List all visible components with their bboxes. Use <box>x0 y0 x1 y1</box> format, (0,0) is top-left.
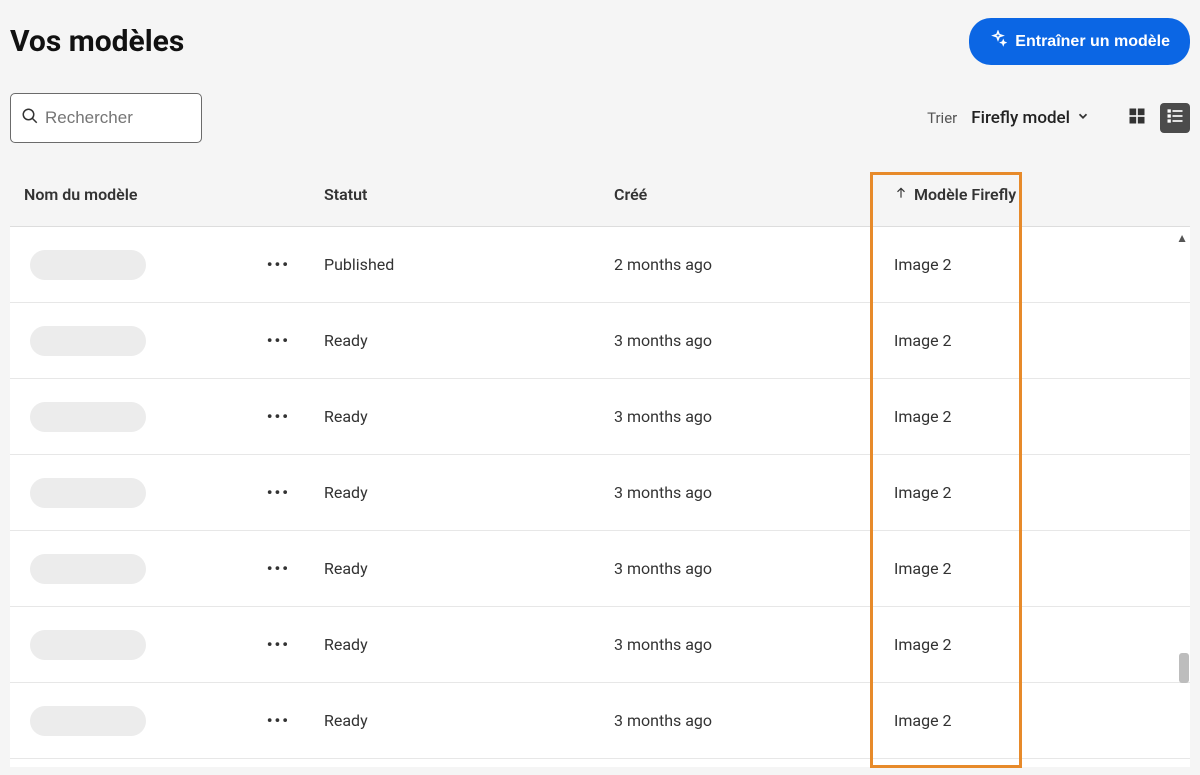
cell-created: 3 months ago <box>600 461 880 524</box>
model-name-placeholder <box>30 706 146 736</box>
col-header-name[interactable]: Nom du modèle <box>10 163 310 226</box>
col-header-created[interactable]: Créé <box>600 163 880 226</box>
cell-model: Image 2 <box>880 385 1170 448</box>
more-actions-button[interactable]: ••• <box>267 559 290 578</box>
cell-status: Ready <box>310 537 600 600</box>
table-row[interactable]: ••• Ready3 months agoImage 2 <box>10 303 1190 379</box>
cell-status: Ready <box>310 461 600 524</box>
more-actions-button[interactable]: ••• <box>267 483 290 502</box>
search-icon <box>21 107 39 129</box>
model-name-placeholder <box>30 250 146 280</box>
sort-value: Firefly model <box>971 108 1070 128</box>
table-header: Nom du modèle Statut Créé Modèle Firefly <box>10 163 1190 227</box>
cell-status: Ready <box>310 613 600 676</box>
search-box[interactable] <box>10 93 202 143</box>
more-actions-button[interactable]: ••• <box>267 407 290 426</box>
scrollbar-thumb[interactable] <box>1179 653 1189 683</box>
cell-status: Ready <box>310 309 600 372</box>
table-row[interactable]: ••• Ready3 months agoImage 2 <box>10 379 1190 455</box>
model-name-placeholder <box>30 478 146 508</box>
cell-created: 3 months ago <box>600 537 880 600</box>
cell-created: 3 months ago <box>600 689 880 752</box>
table-row[interactable]: ••• Ready3 months agoImage 2 <box>10 455 1190 531</box>
cell-created: 3 months ago <box>600 309 880 372</box>
more-actions-button[interactable]: ••• <box>267 255 290 274</box>
chevron-down-icon <box>1076 108 1090 128</box>
more-actions-button[interactable]: ••• <box>267 711 290 730</box>
cell-model: Image 2 <box>880 689 1170 752</box>
model-name-placeholder <box>30 554 146 584</box>
cell-model: Image 2 <box>880 233 1170 296</box>
sparkle-icon <box>989 30 1007 53</box>
cell-created: 3 months ago <box>600 613 880 676</box>
cell-status: Ready <box>310 689 600 752</box>
model-name-placeholder <box>30 326 146 356</box>
table-row[interactable]: ••• Published2 months agoImage 2 <box>10 227 1190 303</box>
cell-created: 2 months ago <box>600 233 880 296</box>
search-input[interactable] <box>45 108 191 128</box>
model-name-placeholder <box>30 402 146 432</box>
col-header-status[interactable]: Statut <box>310 163 600 226</box>
grid-view-button[interactable] <box>1122 103 1152 133</box>
col-header-model-label: Modèle Firefly <box>914 185 1016 204</box>
model-name-placeholder <box>30 630 146 660</box>
grid-icon <box>1127 106 1147 130</box>
table-row[interactable]: ••• Ready3 months agoImage 2 <box>10 683 1190 759</box>
cell-model: Image 2 <box>880 461 1170 524</box>
scroll-up-arrow[interactable]: ▲ <box>1176 231 1188 245</box>
sort-select[interactable]: Firefly model <box>971 108 1090 128</box>
sort-label: Trier <box>927 109 957 127</box>
cell-created: 3 months ago <box>600 385 880 448</box>
cell-model: Image 2 <box>880 537 1170 600</box>
cell-model: Image 2 <box>880 613 1170 676</box>
more-actions-button[interactable]: ••• <box>267 331 290 350</box>
more-actions-button[interactable]: ••• <box>267 635 290 654</box>
cell-model: Image 2 <box>880 309 1170 372</box>
col-header-model[interactable]: Modèle Firefly <box>880 163 1170 226</box>
table-body: •••Published2 months agoImage 2•••Ready3… <box>10 227 1190 762</box>
table-row[interactable]: ••• Ready3 months agoImage 2 <box>10 531 1190 607</box>
table-row[interactable]: ••• Ready3 months agoImage 2 <box>10 607 1190 683</box>
list-icon <box>1165 106 1185 130</box>
cell-status: Published <box>310 233 600 296</box>
sort-arrow-up-icon <box>894 185 908 204</box>
models-table: Nom du modèle Statut Créé Modèle Firefly… <box>10 163 1190 767</box>
page-title: Vos modèles <box>10 24 184 59</box>
cell-status: Ready <box>310 385 600 448</box>
list-view-button[interactable] <box>1160 103 1190 133</box>
train-model-button[interactable]: Entraîner un modèle <box>969 18 1190 65</box>
train-model-label: Entraîner un modèle <box>1015 33 1170 51</box>
